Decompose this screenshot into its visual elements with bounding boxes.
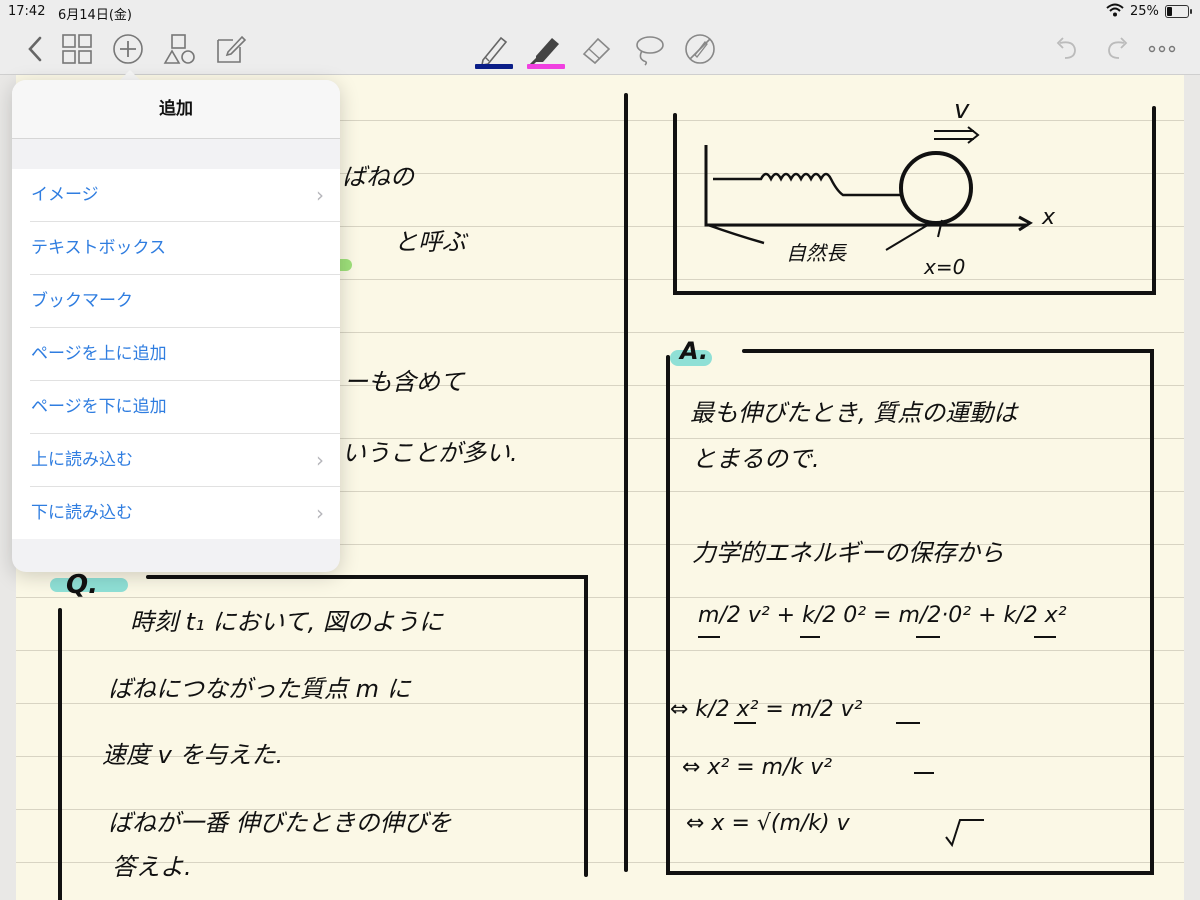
add-menu-list: イメージ › テキストボックス ブックマーク ページを上に追加 ページを下に追加 …: [12, 169, 340, 539]
pen-color-indicator: [475, 64, 513, 69]
chevron-right-icon: ›: [316, 183, 324, 207]
no-touch-icon[interactable]: [683, 32, 717, 66]
battery-icon: [1165, 5, 1192, 18]
menu-item-label: イメージ: [31, 185, 99, 205]
question-line-2: ばねにつながった質点 m に: [108, 675, 411, 703]
menu-item-label: 下に読み込む: [31, 503, 133, 523]
menu-item-textbox[interactable]: テキストボックス: [30, 222, 340, 275]
question-line-4: ばねが一番 伸びたときの伸びを: [108, 809, 452, 837]
note-left-partial-2: と呼ぶ: [394, 228, 466, 256]
equation-3: ⇔ x² = m/k v²: [682, 755, 833, 780]
chevron-right-icon: ›: [316, 448, 324, 472]
menu-item-import-above[interactable]: 上に読み込む ›: [30, 434, 340, 487]
toolbar: [0, 24, 1200, 75]
figure-origin-label: x=0: [924, 255, 966, 279]
menu-item-label: ページを下に追加: [31, 397, 167, 417]
pencil-icon[interactable]: [477, 32, 511, 66]
equation-2: ⇔ k/2 x² = m/2 v²: [670, 697, 863, 722]
equation-4: ⇔ x = √(m/k) v: [686, 811, 850, 836]
undo-icon[interactable]: [1050, 32, 1084, 66]
lasso-icon[interactable]: [632, 32, 666, 66]
figure-velocity-label: v: [954, 95, 970, 125]
grid-icon[interactable]: [60, 32, 94, 66]
menu-item-add-page-below[interactable]: ページを下に追加: [30, 381, 340, 434]
popover-spacer: [12, 139, 340, 169]
popover-title: 追加: [12, 80, 340, 139]
more-icon[interactable]: [1145, 32, 1179, 66]
highlighter-color-indicator: [527, 64, 565, 69]
battery-percent: 25%: [1130, 4, 1159, 19]
back-icon[interactable]: [20, 32, 54, 66]
equation-1: m/2 v² + k/2 0² = m/2·0² + k/2 x²: [698, 603, 1067, 628]
highlighter-icon[interactable]: [528, 32, 562, 67]
question-label: Q.: [66, 570, 98, 600]
menu-item-add-page-above[interactable]: ページを上に追加: [30, 328, 340, 381]
answer-label: A.: [680, 337, 709, 365]
chevron-right-icon: ›: [316, 501, 324, 525]
answer-line-2: とまるので.: [692, 445, 820, 473]
menu-item-label: 上に読み込む: [31, 450, 133, 470]
question-line-5: 答えよ.: [112, 853, 192, 881]
eraser-icon[interactable]: [580, 32, 614, 66]
menu-item-bookmark[interactable]: ブックマーク: [30, 275, 340, 328]
redo-icon[interactable]: [1100, 32, 1134, 66]
menu-item-label: テキストボックス: [31, 238, 166, 258]
status-date: 6月14日(金): [58, 8, 132, 23]
figure-spring-label: 自然長: [786, 241, 846, 265]
menu-item-image[interactable]: イメージ ›: [30, 169, 340, 222]
add-icon[interactable]: [111, 32, 145, 66]
status-bar: 17:42 6月14日(金) 25%: [0, 0, 1200, 24]
note-left-partial-3: ーも含めて: [344, 368, 464, 396]
menu-item-label: ページを上に追加: [31, 344, 167, 364]
figure-axis-label: x: [1042, 205, 1056, 230]
wifi-icon: [1106, 3, 1124, 21]
note-left-partial-4: いうことが多い.: [342, 439, 518, 467]
battery-level: [1167, 7, 1172, 16]
menu-item-import-below[interactable]: 下に読み込む ›: [30, 487, 340, 539]
answer-line-3: 力学的エネルギーの保存から: [692, 539, 1004, 567]
question-line-3: 速度 v を与えた.: [102, 741, 284, 769]
answer-line-1: 最も伸びたとき, 質点の運動は: [690, 399, 1018, 427]
question-line-1: 時刻 t₁ において, 図のように: [130, 608, 443, 636]
menu-item-label: ブックマーク: [31, 291, 133, 311]
shapes-icon[interactable]: [163, 32, 197, 66]
add-popover: 追加 イメージ › テキストボックス ブックマーク ページを上に追加 ページを下に…: [12, 80, 340, 572]
status-time: 17:42: [8, 4, 46, 19]
edit-icon[interactable]: [214, 32, 248, 66]
note-left-partial-1: ばねの: [342, 163, 414, 191]
